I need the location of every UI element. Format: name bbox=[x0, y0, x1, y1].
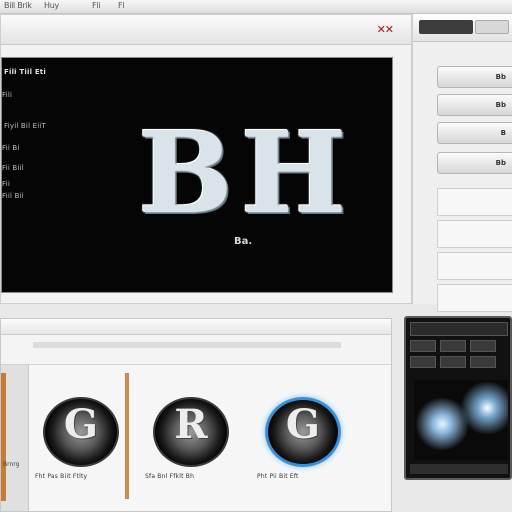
thumbnail-glyph: R bbox=[174, 401, 208, 448]
viewer-info-line: Fii bbox=[2, 180, 11, 188]
thumbnail-item-selected[interactable]: G Pht Pii Bit Eft bbox=[257, 387, 349, 491]
thumbnail-glyph: G bbox=[285, 401, 321, 448]
panel-button[interactable]: B bbox=[437, 122, 512, 144]
thumbnail-label: Pht Pii Bit Eft bbox=[257, 473, 299, 480]
panel-list-row[interactable] bbox=[437, 188, 512, 216]
right-panel-header bbox=[413, 14, 512, 42]
panel-tab-active[interactable] bbox=[419, 20, 473, 34]
preview-toolbar bbox=[410, 322, 508, 336]
menu-item[interactable]: Fli bbox=[92, 1, 100, 10]
sidebar-label: Brnrg bbox=[3, 461, 20, 468]
preview-control[interactable] bbox=[410, 340, 436, 352]
media-viewer: Fili Tiil Eti Fili Fiyil Bil EiiT Fii Bi… bbox=[1, 57, 393, 293]
right-panel: Bb Bb B Bb bbox=[412, 14, 512, 312]
panel-tab[interactable] bbox=[475, 20, 509, 34]
thumbnail-label: Fht Pas Biit Ftlty bbox=[35, 473, 88, 480]
viewer-info-line: Fiil Bil bbox=[2, 192, 24, 200]
viewer-info-line: Fii Bi bbox=[2, 144, 20, 152]
close-icon[interactable]: ✕✕ bbox=[377, 23, 394, 36]
viewer-logo: BH bbox=[138, 108, 355, 239]
viewer-info-line: Fii Biil bbox=[2, 164, 24, 172]
sidebar-accent-bar bbox=[1, 373, 6, 501]
viewer-info-line: Fili bbox=[2, 91, 13, 99]
main-window-titlebar: ✕✕ bbox=[1, 15, 411, 45]
asset-browser-toolbar bbox=[1, 335, 391, 365]
top-menu-bar: Bill Brik Huy Fli Fl bbox=[0, 0, 512, 14]
panel-list-row[interactable] bbox=[437, 252, 512, 280]
thumbnail-item[interactable]: G Fht Pas Biit Ftlty bbox=[35, 387, 127, 491]
viewer-info-line: Fiyil Bil EiiT bbox=[4, 122, 47, 130]
preview-window[interactable] bbox=[404, 316, 512, 480]
main-window: ✕✕ Fili Tiil Eti Fili Fiyil Bil EiiT Fii… bbox=[0, 14, 412, 304]
preview-control[interactable] bbox=[440, 356, 466, 368]
thumbnail-grid: G Fht Pas Biit Ftlty R Sfa Bnl Ffklt Bh … bbox=[29, 365, 391, 511]
panel-list-row[interactable] bbox=[437, 220, 512, 248]
asset-browser: Brnrg G Fht Pas Biit Ftlty R Sfa Bnl Ffk… bbox=[0, 318, 392, 512]
menu-item[interactable]: Fl bbox=[118, 1, 125, 10]
viewer-info-line: Fili Tiil Eti bbox=[4, 68, 46, 76]
toolbar-track bbox=[33, 342, 341, 348]
panel-button[interactable]: Bb bbox=[437, 152, 512, 174]
asset-browser-header bbox=[1, 319, 391, 335]
panel-button[interactable]: Bb bbox=[437, 66, 512, 88]
preview-image bbox=[414, 380, 508, 460]
panel-button[interactable]: Bb bbox=[437, 94, 512, 116]
menu-item[interactable]: Huy bbox=[44, 1, 59, 10]
viewer-caption: Ba. bbox=[234, 236, 253, 247]
thumbnail-label: Sfa Bnl Ffklt Bh bbox=[145, 473, 195, 480]
preview-statusbar bbox=[410, 464, 508, 474]
preview-control[interactable] bbox=[470, 356, 496, 368]
menu-item[interactable]: Bill Brik bbox=[4, 1, 32, 10]
preview-control[interactable] bbox=[410, 356, 436, 368]
thumbnail-glyph: G bbox=[63, 401, 99, 448]
thumbnail-divider bbox=[125, 373, 129, 499]
thumbnail-item[interactable]: R Sfa Bnl Ffklt Bh bbox=[145, 387, 237, 491]
panel-list-row[interactable] bbox=[437, 284, 512, 312]
preview-control[interactable] bbox=[470, 340, 496, 352]
preview-control[interactable] bbox=[440, 340, 466, 352]
asset-browser-sidebar: Brnrg bbox=[1, 365, 29, 511]
